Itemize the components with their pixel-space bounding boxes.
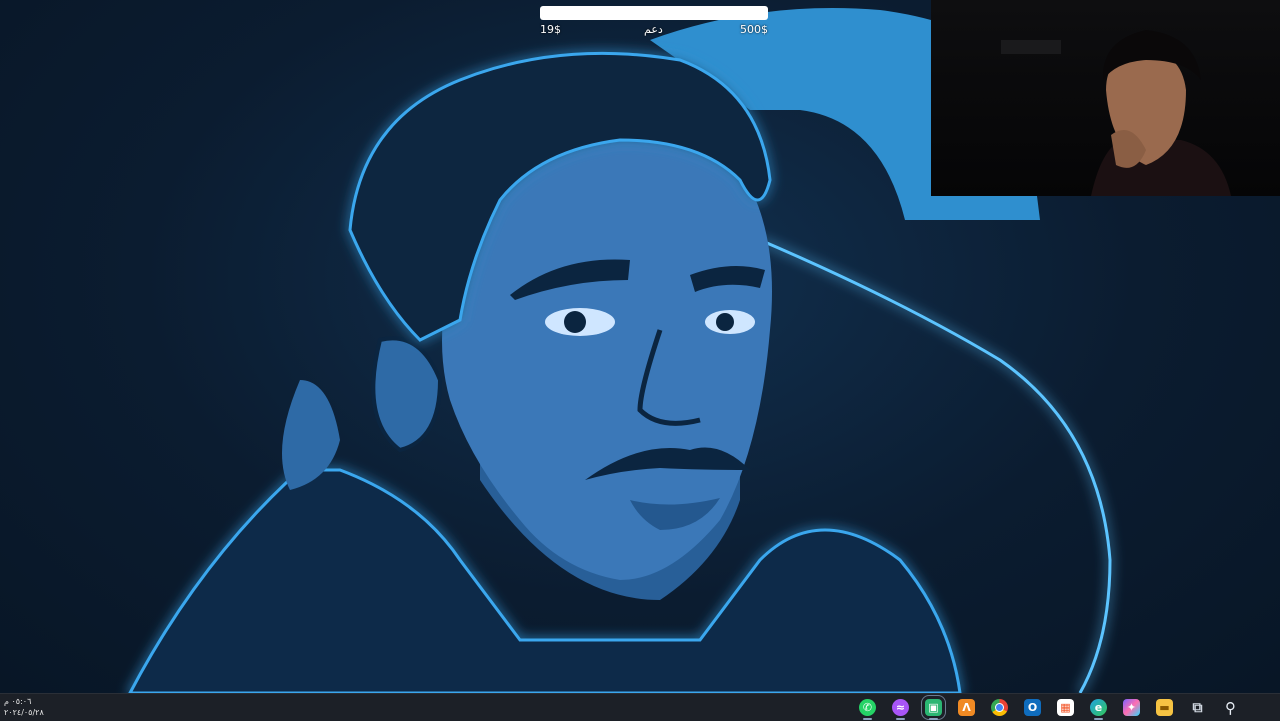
microsoft-store-icon[interactable]: ▦ xyxy=(1049,694,1082,721)
outlook-icon[interactable]: O xyxy=(1016,694,1049,721)
taskbar: ٠٥:٠٦ م ٢٠٢٤/٠٥/٢٨ ✆ ≈ ▣ Λ O ▦ e ✦ ▬ ⧉ ⚲ xyxy=(0,693,1280,721)
webcam-person-silhouette xyxy=(1001,30,1231,196)
taskbar-clock[interactable]: ٠٥:٠٦ م ٢٠٢٤/٠٥/٢٨ xyxy=(4,696,44,718)
donation-max-label: 500$ xyxy=(740,23,768,36)
messenger-icon[interactable]: ≈ xyxy=(884,694,917,721)
task-view-icon[interactable]: ⧉ xyxy=(1181,694,1214,721)
portrait-ear xyxy=(371,336,443,453)
search-icon[interactable]: ⚲ xyxy=(1214,694,1247,721)
taskbar-pinned-apps: ✆ ≈ ▣ Λ O ▦ e ✦ ▬ ⧉ ⚲ xyxy=(851,694,1280,721)
copilot-icon[interactable]: ✦ xyxy=(1115,694,1148,721)
vectorizer-app-icon[interactable]: Λ xyxy=(950,694,983,721)
ai-chat-app-icon[interactable]: ▣ xyxy=(917,694,950,721)
webcam-overlay xyxy=(931,0,1280,196)
clock-date: ٢٠٢٤/٠٥/٢٨ xyxy=(4,708,44,717)
windows-start-icon[interactable] xyxy=(1247,694,1280,721)
donation-goal-widget: 19$ دعم 500$ xyxy=(540,4,770,36)
donation-min-label: 19$ xyxy=(540,23,561,36)
desktop: 19$ دعم 500$ xyxy=(0,0,1280,693)
file-explorer-icon[interactable]: ▬ xyxy=(1148,694,1181,721)
chrome-icon[interactable] xyxy=(983,694,1016,721)
whatsapp-icon[interactable]: ✆ xyxy=(851,694,884,721)
donation-progress-track xyxy=(540,6,768,20)
clock-time: ٠٥:٠٦ م xyxy=(4,697,32,706)
edge-icon[interactable]: e xyxy=(1082,694,1115,721)
donation-title: دعم xyxy=(644,23,663,36)
